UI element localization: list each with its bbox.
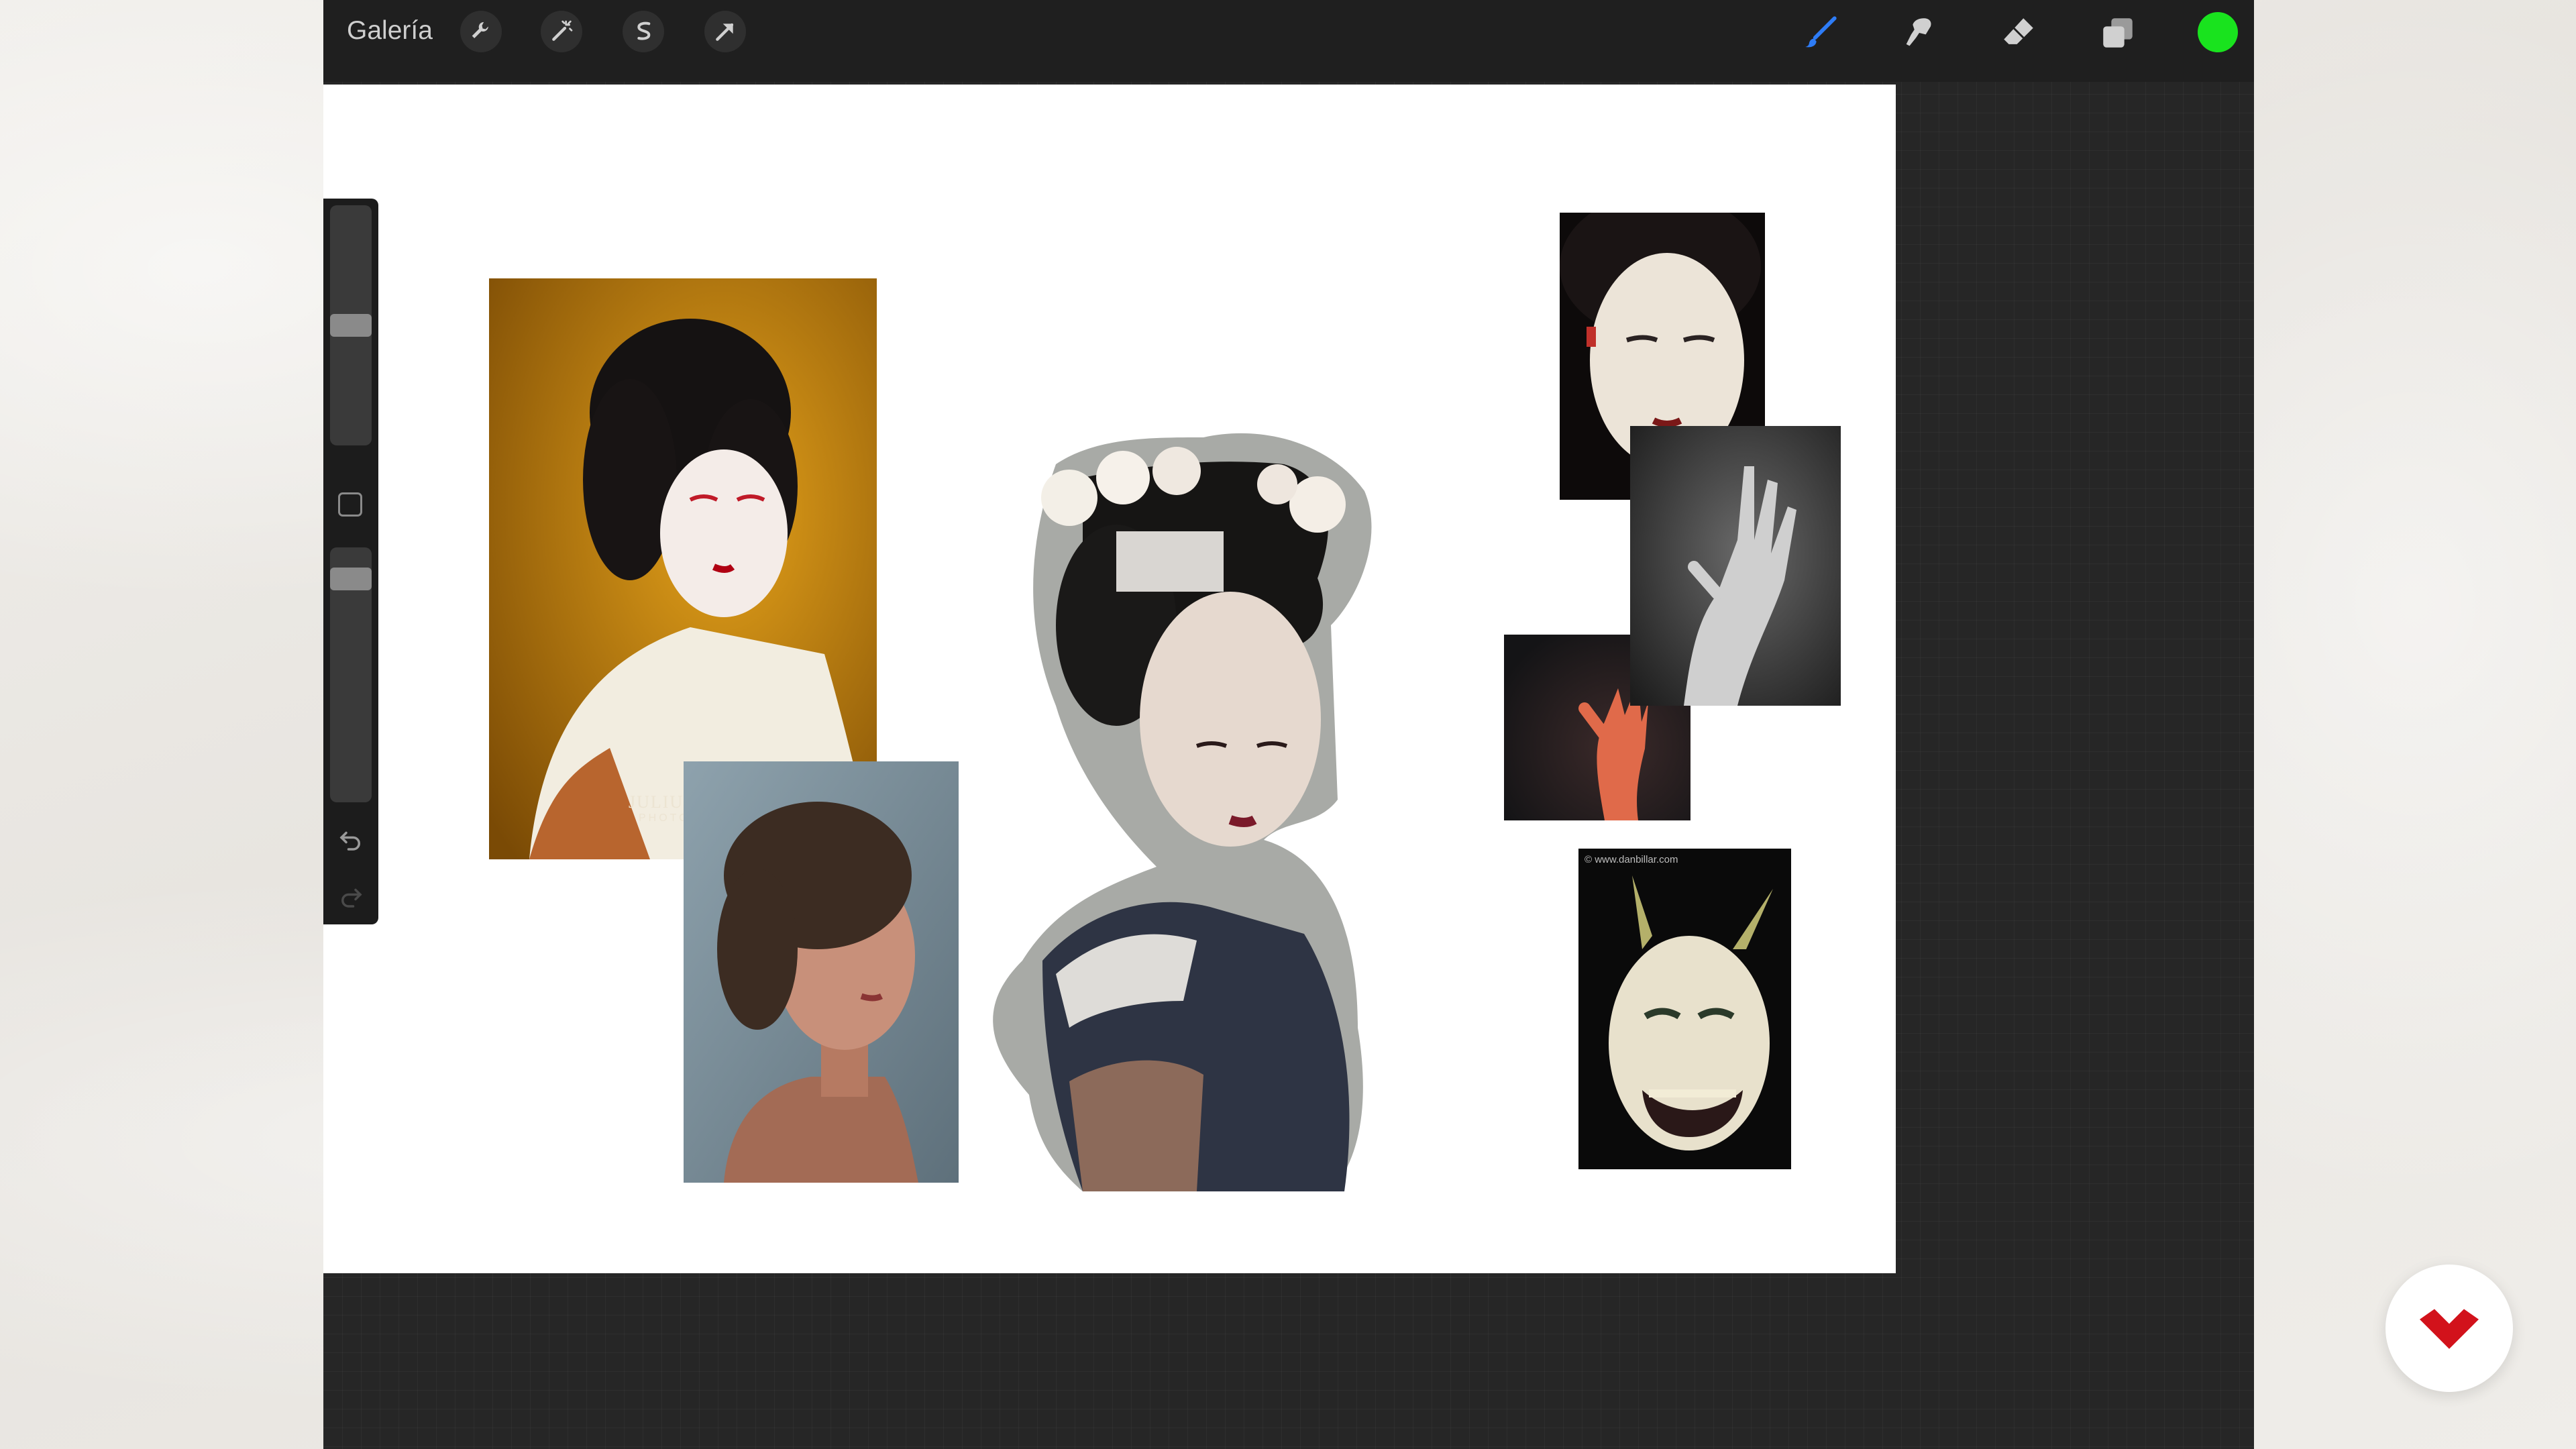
sidebar-controls — [323, 199, 378, 924]
watermark-photo: PHOTO — [639, 812, 690, 824]
layers-icon — [2103, 18, 2133, 48]
hand-bw-photo[interactable] — [1630, 426, 1841, 706]
transform-button[interactable] — [704, 11, 746, 52]
layers-button[interactable] — [2097, 12, 2139, 54]
domestika-logo-icon — [2420, 1309, 2479, 1349]
redo-icon[interactable] — [337, 883, 365, 911]
adjustments-button[interactable] — [541, 11, 582, 52]
drawing-canvas[interactable]: JULIUS PHOTO © www.danbillar.com — [323, 85, 1896, 1273]
brush-tool-button[interactable] — [1799, 12, 1841, 54]
woman-portrait-photo[interactable] — [684, 761, 959, 1183]
color-picker-button[interactable] — [2198, 12, 2238, 52]
undo-icon[interactable] — [337, 826, 365, 854]
eraser-tool-button[interactable] — [1998, 12, 2039, 54]
smudge-icon — [1906, 18, 1931, 46]
geisha-illustration-cutout[interactable] — [982, 424, 1382, 1191]
brand-badge — [2385, 1265, 2513, 1392]
eraser-icon — [2004, 18, 2033, 44]
transform-arrow-icon — [716, 23, 734, 41]
selection-s-icon — [637, 21, 651, 40]
hannya-mask-photo[interactable] — [1578, 849, 1791, 1169]
smudge-tool-button[interactable] — [1898, 12, 1940, 54]
actions-button[interactable] — [460, 11, 502, 52]
gallery-button[interactable]: Galería — [347, 16, 433, 46]
magic-wand-icon — [552, 20, 573, 41]
selection-button[interactable] — [623, 11, 664, 52]
brush-size-slider-thumb[interactable] — [330, 314, 372, 337]
top-toolbar: Galería — [323, 0, 2254, 82]
brush-icon — [1805, 16, 1837, 48]
watermark-danbillar: © www.danbillar.com — [1585, 854, 1678, 865]
opacity-slider-thumb[interactable] — [330, 568, 372, 590]
procreate-app-window: Galería JULIUS PHOTO © www.danbillar.com — [323, 0, 2254, 1449]
modifier-square-icon[interactable] — [338, 492, 362, 517]
wrench-icon — [472, 21, 488, 38]
